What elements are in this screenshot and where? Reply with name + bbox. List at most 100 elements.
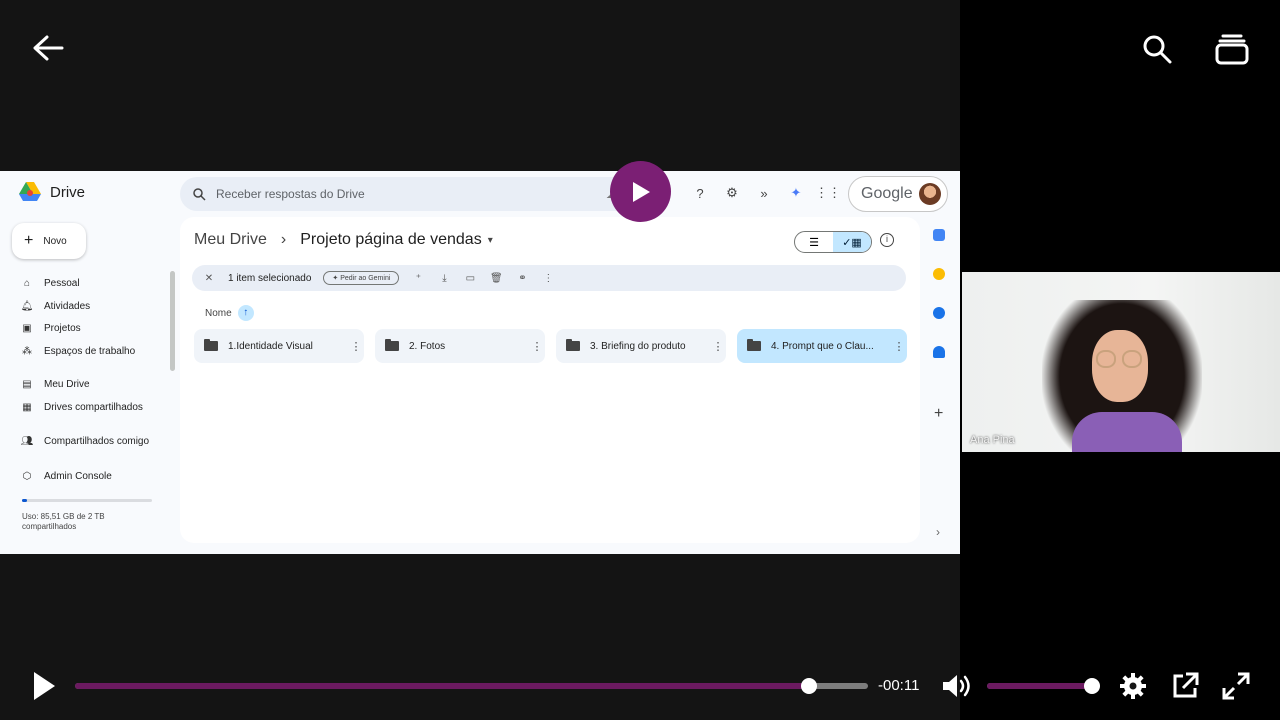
breadcrumb-current[interactable]: Projeto página de vendas <box>300 231 481 249</box>
link-icon[interactable]: ⚭ <box>515 273 529 284</box>
top-toolbar: ? ⚙ » ✦ ⋮⋮ <box>690 183 841 203</box>
play-overlay-button[interactable] <box>610 161 671 222</box>
more-icon[interactable]: ⋮ <box>710 340 726 353</box>
sidebar-item-pessoal[interactable]: ⌂ Pessoal <box>20 277 80 289</box>
trash-icon[interactable]: 🗑︎ <box>489 273 503 284</box>
folder-card-selected[interactable]: 4. Prompt que o Clau... ⋮ <box>737 329 907 363</box>
drive-search-bar[interactable]: Receber respostas do Drive ☁ ☰ <box>180 177 664 211</box>
folder-card[interactable]: 2. Fotos ⋮ <box>375 329 545 363</box>
drive-logo: Drive <box>18 181 85 203</box>
gemini-icon[interactable]: ✦ <box>786 183 806 203</box>
volume-slider[interactable] <box>987 678 1100 694</box>
progress-fill <box>75 683 809 689</box>
sidebar-item-label: Admin Console <box>44 470 112 482</box>
side-apps-panel: + › <box>928 171 952 554</box>
admin-icon: ⬡ <box>22 470 32 482</box>
ai-icon[interactable]: » <box>754 183 774 203</box>
new-button-label: Novo <box>43 235 67 247</box>
app-name: Drive <box>50 183 86 201</box>
more-icon[interactable]: ⋮ <box>348 340 364 353</box>
add-icon[interactable]: + <box>934 405 943 423</box>
folder-card[interactable]: 1.Identidade Visual ⋮ <box>194 329 364 363</box>
chevron-right-icon: › <box>280 231 287 248</box>
sidebar-item-label: Atividades <box>44 300 91 312</box>
keep-icon[interactable] <box>933 268 945 280</box>
tasks-icon[interactable] <box>933 307 945 319</box>
storage-text: Uso: 85,51 GB de 2 TB compartilhados <box>22 512 105 531</box>
volume-icon[interactable] <box>938 670 976 702</box>
calendar-icon[interactable] <box>933 229 945 241</box>
collections-icon[interactable] <box>1212 30 1252 68</box>
sort-header[interactable]: Nome ↑ <box>205 305 254 321</box>
my-drive-icon: ▤ <box>22 378 32 390</box>
time-remaining: -00:11 <box>878 677 920 694</box>
breadcrumb: Meu Drive › Projeto página de vendas ▾ <box>194 231 493 249</box>
more-icon[interactable]: ⋮ <box>529 340 545 353</box>
folder-icon <box>566 339 580 351</box>
project-icon: ▣ <box>22 322 32 334</box>
sidebar-item-compartilhados-comigo[interactable]: 👥︎ Compartilhados comigo <box>20 435 149 447</box>
sidebar-item-meu-drive[interactable]: ▤ Meu Drive <box>20 378 90 390</box>
settings-icon[interactable]: ⚙ <box>722 183 742 203</box>
drive-logo-icon <box>19 182 41 201</box>
webcam-feed: Ana Pina <box>962 272 1280 452</box>
gemini-chip-label: Pedir ao Gemini <box>340 275 391 282</box>
glasses <box>1096 350 1116 368</box>
chevron-right-icon[interactable]: › <box>936 525 940 539</box>
more-icon[interactable]: ⋮ <box>891 340 907 353</box>
storage-bar <box>22 499 152 502</box>
share-icon[interactable]: ⁺ <box>411 273 425 284</box>
apps-grid-icon[interactable]: ⋮⋮ <box>815 183 841 203</box>
contacts-icon[interactable] <box>933 346 945 358</box>
sidebar-item-label: Pessoal <box>44 277 80 289</box>
gear-icon[interactable] <box>1117 670 1149 702</box>
move-icon[interactable]: ▭ <box>463 273 477 284</box>
folder-icon <box>204 339 218 351</box>
sidebar-scrollbar[interactable] <box>170 271 175 371</box>
help-icon[interactable]: ? <box>690 183 710 203</box>
popout-icon[interactable] <box>1168 670 1202 702</box>
list-view-icon[interactable]: ☰ <box>795 232 833 252</box>
volume-fill <box>987 683 1092 689</box>
folder-name: 1.Identidade Visual <box>228 340 313 352</box>
fullscreen-icon[interactable] <box>1219 670 1253 702</box>
sidebar-item-projetos[interactable]: ▣ Projetos <box>20 322 81 334</box>
play-icon <box>632 181 650 202</box>
search-spark-icon <box>193 188 206 201</box>
close-icon[interactable]: ✕ <box>202 273 216 284</box>
volume-handle[interactable] <box>1084 678 1100 694</box>
sidebar-item-espacos[interactable]: ⁂ Espaços de trabalho <box>20 345 135 357</box>
arrow-left-icon[interactable] <box>28 30 68 66</box>
progress-bar[interactable] <box>75 678 868 694</box>
selection-text: 1 item selecionado <box>228 272 312 284</box>
info-icon[interactable]: i <box>880 233 894 247</box>
breadcrumb-root[interactable]: Meu Drive <box>194 231 267 249</box>
folder-name: 3. Briefing do produto <box>590 340 686 352</box>
google-wordmark: Google <box>861 185 913 202</box>
folder-card[interactable]: 3. Briefing do produto ⋮ <box>556 329 726 363</box>
sidebar-item-atividades[interactable]: 🔔︎ Atividades <box>20 300 91 312</box>
folder-name: 2. Fotos <box>409 340 446 352</box>
folder-icon <box>747 339 761 351</box>
sidebar-item-admin-console[interactable]: ⬡ Admin Console <box>20 470 112 482</box>
new-button[interactable]: + Novo <box>12 223 86 259</box>
main-content: Meu Drive › Projeto página de vendas ▾ ☰… <box>180 217 920 543</box>
video-player: Drive Receber respostas do Drive ☁ ☰ ? ⚙… <box>0 0 1280 720</box>
progress-handle[interactable] <box>800 678 817 694</box>
view-toggle[interactable]: ☰ ✓▦ <box>794 231 872 253</box>
glasses <box>1122 350 1142 368</box>
sidebar-item-label: Meu Drive <box>44 378 90 390</box>
sidebar-item-drives-compartilhados[interactable]: ▦ Drives compartilhados <box>20 401 143 413</box>
home-icon: ⌂ <box>23 277 31 289</box>
arrow-up-icon[interactable]: ↑ <box>237 305 254 321</box>
sidebar-item-label: Projetos <box>44 322 81 334</box>
more-icon[interactable]: ⋮ <box>541 273 555 284</box>
shared-screen: Drive Receber respostas do Drive ☁ ☰ ? ⚙… <box>0 171 960 554</box>
play-icon[interactable] <box>28 668 60 704</box>
dropdown-arrow-icon[interactable]: ▾ <box>488 235 493 246</box>
search-icon[interactable] <box>1138 30 1176 68</box>
grid-view-icon[interactable]: ✓▦ <box>833 232 871 252</box>
folder-icon <box>385 339 399 351</box>
gemini-chip[interactable]: ✦ Pedir ao Gemini <box>323 271 400 285</box>
download-icon[interactable]: ⤓ <box>437 273 451 284</box>
